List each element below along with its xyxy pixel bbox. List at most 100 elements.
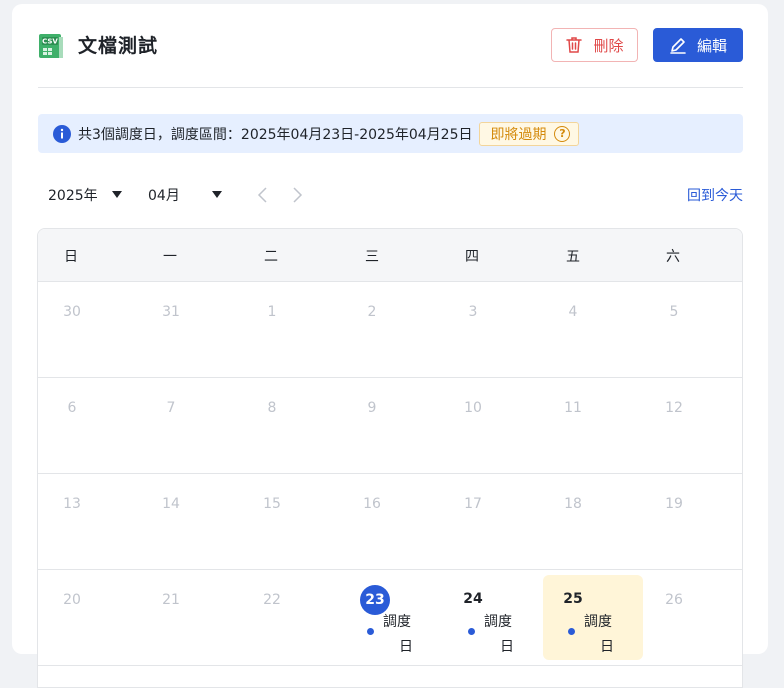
delete-button[interactable]: 刪除 <box>551 28 638 62</box>
event-label: 日 <box>500 639 514 655</box>
day-number: 19 <box>665 496 683 512</box>
day-number: 26 <box>665 592 683 608</box>
calendar-day[interactable]: 21 <box>138 570 238 665</box>
delete-button-label: 刪除 <box>593 36 624 55</box>
calendar-day[interactable]: 16 <box>339 474 439 569</box>
chevron-left-icon[interactable] <box>256 187 270 203</box>
calendar-day[interactable]: 10 <box>440 378 540 473</box>
calendar-week: 6 7 8 9 10 11 12 <box>38 378 742 474</box>
schedule-event[interactable]: 調度 日 <box>468 611 528 655</box>
edit-button-label: 編輯 <box>696 36 727 55</box>
calendar-day[interactable]: 6 <box>38 378 138 473</box>
calendar-day[interactable]: 2 <box>339 282 439 377</box>
day-number: 7 <box>166 400 176 416</box>
svg-text:CSV: CSV <box>42 38 58 46</box>
month-select[interactable]: 04月 <box>148 182 228 208</box>
day-number: 20 <box>63 592 81 608</box>
calendar-day[interactable]: 24 調度 日 <box>440 570 540 665</box>
day-number: 3 <box>468 304 478 320</box>
calendar-day[interactable]: 18 <box>540 474 640 569</box>
year-select-value: 2025年 <box>48 188 98 204</box>
weekday-label: 五 <box>566 249 580 265</box>
chevron-right-icon[interactable] <box>290 187 304 203</box>
day-number: 31 <box>162 304 180 320</box>
weekday-label: 日 <box>64 249 78 265</box>
calendar-day[interactable]: 15 <box>239 474 339 569</box>
year-select[interactable]: 2025年 <box>48 182 128 208</box>
weekday-label: 二 <box>264 249 278 265</box>
day-number: 14 <box>162 496 180 512</box>
weekday-header: 日 一 二 三 四 五 六 <box>38 229 742 282</box>
day-number: 12 <box>665 400 683 416</box>
day-number: 16 <box>363 496 381 512</box>
calendar-day[interactable]: 3 <box>440 282 540 377</box>
calendar-day[interactable]: 26 <box>641 570 741 665</box>
day-number: 4 <box>568 304 578 320</box>
schedule-event[interactable]: 調度 日 <box>367 611 427 655</box>
calendar-day[interactable]: 7 <box>138 378 238 473</box>
calendar-day[interactable]: 8 <box>239 378 339 473</box>
caret-down-icon <box>212 191 222 198</box>
calendar-week: 13 14 15 16 17 18 19 <box>38 474 742 570</box>
expiring-tag-label: 即將過期 <box>490 126 547 143</box>
event-label: 調度 <box>383 614 411 630</box>
day-number: 21 <box>162 592 180 608</box>
schedule-info-bar: 共3個調度日，調度區間：2025年04月23日-2025年04月25日 即將過期… <box>38 114 743 153</box>
calendar-week: 20 21 22 23 調度 日 24 調度 日 25 調度 日 26 <box>38 570 742 666</box>
calendar-day[interactable]: 14 <box>138 474 238 569</box>
day-number: 15 <box>263 496 281 512</box>
calendar-day[interactable]: 5 <box>641 282 741 377</box>
page-title: 文檔測試 <box>78 35 159 57</box>
schedule-info-text: 共3個調度日，調度區間：2025年04月23日-2025年04月25日 <box>78 126 473 143</box>
back-to-today-link[interactable]: 回到今天 <box>687 185 743 205</box>
day-number: 25 <box>563 591 583 607</box>
calendar-toolbar: 2025年 04月 回到今天 <box>38 182 743 208</box>
calendar-day[interactable]: 11 <box>540 378 640 473</box>
day-number: 9 <box>367 400 377 416</box>
day-number: 6 <box>67 400 77 416</box>
event-dot-icon <box>367 628 374 635</box>
calendar-day[interactable]: 19 <box>641 474 741 569</box>
calendar-day-today[interactable]: 23 調度 日 <box>339 570 439 665</box>
calendar-day[interactable]: 9 <box>339 378 439 473</box>
calendar-day[interactable]: 22 <box>239 570 339 665</box>
trash-icon <box>566 37 583 53</box>
calendar-day[interactable]: 1 <box>239 282 339 377</box>
month-select-value: 04月 <box>148 188 180 204</box>
calendar-day[interactable]: 31 <box>138 282 238 377</box>
day-number: 30 <box>63 304 81 320</box>
day-number: 18 <box>564 496 582 512</box>
day-number: 8 <box>267 400 277 416</box>
header-divider <box>38 87 743 88</box>
day-number: 1 <box>267 304 277 320</box>
page-header: CSV 文檔測試 刪除 編輯 <box>38 28 743 64</box>
event-dot-icon <box>468 628 475 635</box>
day-number: 10 <box>464 400 482 416</box>
calendar-day[interactable]: 12 <box>641 378 741 473</box>
calendar-grid: 日 一 二 三 四 五 六 30 31 1 2 3 4 5 6 7 8 9 10… <box>37 228 743 688</box>
event-label: 日 <box>600 639 614 655</box>
event-dot-icon <box>568 628 575 635</box>
event-label: 調度 <box>484 614 512 630</box>
calendar-day-selected[interactable]: 25 調度 日 <box>540 570 643 665</box>
weekday-label: 三 <box>365 249 379 265</box>
day-number: 5 <box>669 304 679 320</box>
day-number: 2 <box>367 304 377 320</box>
calendar-day[interactable]: 13 <box>38 474 138 569</box>
calendar-day[interactable]: 17 <box>440 474 540 569</box>
calendar-day[interactable]: 20 <box>38 570 138 665</box>
edit-button[interactable]: 編輯 <box>653 28 743 62</box>
day-number: 24 <box>463 591 483 607</box>
info-icon <box>53 124 71 143</box>
caret-down-icon <box>112 191 122 198</box>
calendar-day[interactable]: 4 <box>540 282 640 377</box>
weekday-label: 四 <box>465 249 479 265</box>
question-circle-icon[interactable]: ? <box>554 125 571 142</box>
csv-file-icon: CSV <box>39 34 63 58</box>
calendar-day[interactable]: 30 <box>38 282 138 377</box>
weekday-label: 一 <box>163 249 177 265</box>
event-label: 日 <box>399 639 413 655</box>
weekday-label: 六 <box>666 249 680 265</box>
day-number: 13 <box>63 496 81 512</box>
schedule-event[interactable]: 調度 日 <box>568 611 628 655</box>
